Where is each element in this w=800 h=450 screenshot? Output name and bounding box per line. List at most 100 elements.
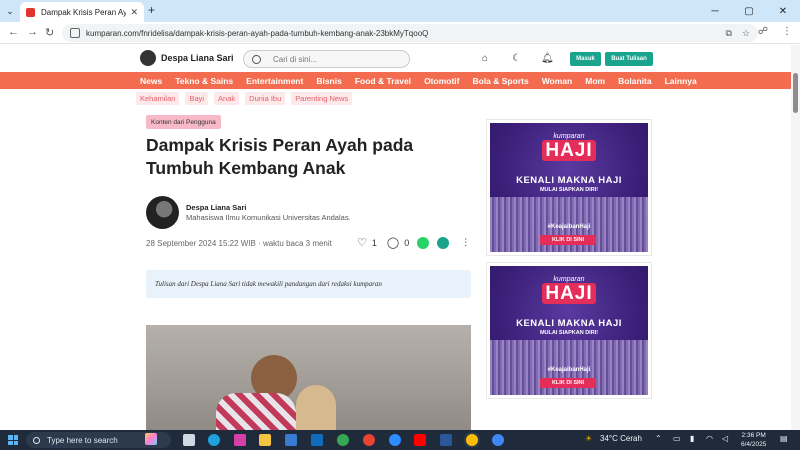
subnav-anak[interactable]: Anak	[214, 92, 240, 105]
nav-woman[interactable]: Woman	[542, 76, 573, 86]
chrome-second-icon[interactable]	[492, 434, 504, 446]
author-photo[interactable]	[146, 196, 179, 229]
url-text[interactable]: kumparan.com/fnridelisa/dampak-krisis-pe…	[86, 29, 715, 38]
notification-bell-icon[interactable]: 🔔︎	[541, 53, 554, 64]
search-icon	[252, 54, 261, 64]
site-author-name[interactable]: Despa Liana Sari	[161, 53, 234, 63]
home-icon[interactable]: ⌂	[482, 53, 488, 64]
close-tab-icon[interactable]: ✕	[130, 7, 138, 18]
chrome-icon[interactable]	[337, 434, 349, 446]
category-nav: News Tekno & Sains Entertainment Bisnis …	[0, 72, 800, 89]
tab-title: Dampak Krisis Peran Ayah pada Tumbuh Kem…	[41, 7, 127, 17]
install-app-icon[interactable]: ⧉	[725, 28, 731, 39]
volume-icon[interactable]: ◁	[722, 434, 728, 443]
nav-tekno-sains[interactable]: Tekno & Sains	[175, 76, 233, 86]
subnav-kehamilan[interactable]: Kehamilan	[136, 92, 180, 105]
ad-brand: kumparan	[553, 276, 585, 283]
ad-banner-image[interactable]: kumparan HAJI KENALI MAKNA HAJI MULAI SI…	[490, 123, 648, 252]
nav-bola-sports[interactable]: Bola & Sports	[472, 76, 528, 86]
outlook-icon[interactable]	[311, 434, 323, 446]
browser-tab[interactable]: Dampak Krisis Peran Ayah pada Tumbuh Kem…	[20, 2, 144, 22]
nav-mom[interactable]: Mom	[585, 76, 605, 86]
nav-food-travel[interactable]: Food & Travel	[355, 76, 411, 86]
extension-icon[interactable]: ☍	[758, 26, 768, 37]
disclaimer-text: Tulisan dari Despa Liana Sari tidak mewa…	[155, 280, 382, 288]
ad-banner[interactable]: kumparan HAJI KENALI MAKNA HAJI MULAI SI…	[486, 119, 652, 256]
chrome-profile-icon[interactable]	[363, 434, 375, 446]
reload-icon[interactable]: ↻	[45, 26, 54, 39]
nav-otomotif[interactable]: Otomotif	[424, 76, 459, 86]
write-article-button[interactable]: Buat Tulisan	[605, 52, 653, 66]
store-icon[interactable]	[285, 434, 297, 446]
photo-child	[296, 385, 336, 431]
ad-banner[interactable]: kumparan HAJI KENALI MAKNA HAJI MULAI SI…	[486, 262, 652, 399]
show-hidden-icons-icon[interactable]: ⌃	[655, 434, 662, 443]
weather-sun-icon[interactable]: ☀	[585, 434, 592, 443]
site-info-icon[interactable]	[70, 28, 80, 38]
task-view-icon[interactable]	[183, 434, 195, 446]
comment-count: 0	[404, 237, 410, 248]
login-button[interactable]: Masuk	[570, 52, 601, 66]
nav-entertainment[interactable]: Entertainment	[246, 76, 303, 86]
like-heart-icon[interactable]: ♡	[357, 236, 367, 249]
nav-lainnya[interactable]: Lainnya	[665, 76, 697, 86]
taskbar-search-placeholder[interactable]: Type here to search	[47, 436, 118, 445]
maximize-icon[interactable]: ▢	[732, 0, 766, 22]
copilot-app-icon[interactable]	[234, 434, 246, 446]
nav-bisnis[interactable]: Bisnis	[316, 76, 342, 86]
browser-menu-area: ☍ ⋮	[758, 26, 792, 37]
weather-text[interactable]: 34°C Cerah	[600, 434, 642, 443]
windows-taskbar: Type here to search ☀ 34°C Cerah ⌃ ▭ ▮ ◠…	[0, 430, 800, 450]
youtube-icon[interactable]	[414, 434, 426, 446]
article-photo	[146, 325, 471, 431]
copilot-icon[interactable]	[145, 433, 157, 445]
minimize-icon[interactable]: ─	[698, 0, 732, 22]
page-scrollbar[interactable]	[791, 45, 800, 430]
word-icon[interactable]	[440, 434, 452, 446]
subnav-parenting-news[interactable]: Parenting News	[291, 92, 353, 105]
subnav-bayi[interactable]: Bayi	[185, 92, 209, 105]
file-explorer-icon[interactable]	[259, 434, 271, 446]
new-tab-button[interactable]: +	[148, 3, 155, 17]
copy-link-icon[interactable]	[437, 236, 450, 249]
notification-icon[interactable]: ▤	[780, 434, 788, 443]
browser-menu-icon[interactable]: ⋮	[782, 26, 792, 37]
comment-icon[interactable]: ◯	[387, 236, 399, 249]
ad-cta-button[interactable]: KLIK DI SINI	[540, 378, 596, 388]
whatsapp-share-icon[interactable]	[417, 236, 430, 249]
ad-hashtag: #KeajaibanHaji	[547, 224, 591, 230]
address-bar[interactable]: kumparan.com/fnridelisa/dampak-krisis-pe…	[62, 24, 758, 42]
search-input[interactable]	[273, 54, 393, 64]
article-author-name[interactable]: Despa Liana Sari	[186, 203, 246, 212]
wifi-icon[interactable]: ◠	[706, 434, 713, 443]
windows-start-icon[interactable]	[8, 435, 18, 445]
tab-search-icon[interactable]: ⌄	[0, 0, 20, 22]
forward-arrow-icon[interactable]: →	[27, 26, 38, 38]
ad-hashtag: #KeajaibanHaji	[547, 367, 591, 373]
battery-icon[interactable]: ▮	[690, 434, 694, 443]
zoom-icon[interactable]	[389, 434, 401, 446]
edge-icon[interactable]	[208, 434, 220, 446]
more-options-icon[interactable]: ⋮	[461, 237, 470, 248]
tray-app-icon[interactable]: ▭	[673, 434, 681, 443]
subnav-dunia-ibu[interactable]: Dunia Ibu	[245, 92, 286, 105]
author-avatar-small[interactable]	[140, 50, 156, 66]
site-search[interactable]	[243, 50, 410, 68]
bookmark-star-icon[interactable]: ☆	[742, 28, 750, 39]
scrollbar-thumb[interactable]	[793, 73, 798, 113]
nav-bolanita[interactable]: Bolanita	[618, 76, 652, 86]
user-content-badge: Konten dari Pengguna	[146, 115, 221, 129]
ad-banner-image[interactable]: kumparan HAJI KENALI MAKNA HAJI MULAI SI…	[490, 266, 648, 395]
close-window-icon[interactable]: ✕	[766, 0, 800, 22]
kumparan-favicon-icon	[26, 7, 35, 17]
chrome-active-icon[interactable]	[466, 434, 478, 446]
article-actions: ♡ 1 ◯ 0 ⋮	[357, 236, 470, 249]
site-header: Despa Liana Sari ⌂ ☾ 🔔︎ Masuk Buat Tulis…	[0, 45, 800, 72]
ad-title: HAJI	[490, 140, 648, 162]
dark-mode-moon-icon[interactable]: ☾	[512, 53, 521, 64]
ad-cta-button[interactable]: KLIK DI SINI	[540, 235, 596, 245]
like-count: 1	[371, 237, 377, 248]
back-arrow-icon[interactable]: ←	[8, 26, 19, 38]
nav-news[interactable]: News	[140, 76, 162, 86]
system-clock[interactable]: 2:36 PM 6/4/2025	[741, 431, 766, 449]
